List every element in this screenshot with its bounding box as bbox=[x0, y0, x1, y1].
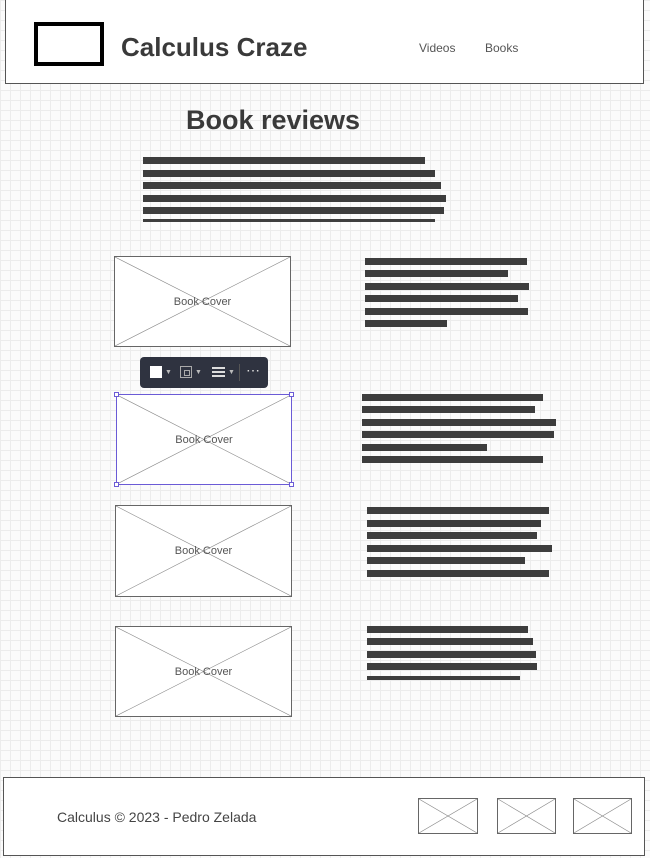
placeholder-cross-icon bbox=[574, 799, 631, 833]
text-line bbox=[365, 258, 527, 265]
text-line bbox=[365, 283, 529, 290]
text-line bbox=[365, 308, 528, 315]
text-line bbox=[367, 651, 536, 658]
text-line bbox=[143, 207, 444, 214]
text-line bbox=[367, 676, 520, 680]
chevron-down-icon[interactable]: ▼ bbox=[165, 369, 172, 376]
chevron-down-icon[interactable]: ▼ bbox=[228, 369, 235, 376]
text-line bbox=[362, 406, 535, 413]
fill-color-icon[interactable] bbox=[150, 366, 162, 378]
social-icon-placeholder[interactable] bbox=[573, 798, 632, 834]
book-cover-placeholder[interactable]: Book Cover bbox=[115, 626, 292, 717]
placeholder-cross-icon bbox=[419, 799, 477, 833]
book-cover-label: Book Cover bbox=[175, 433, 233, 446]
text-line bbox=[367, 532, 537, 539]
social-icon-placeholder[interactable] bbox=[418, 798, 478, 834]
footer-copyright: Calculus © 2023 - Pedro Zelada bbox=[57, 809, 257, 825]
text-line bbox=[367, 545, 552, 552]
text-line bbox=[367, 520, 541, 527]
text-line bbox=[367, 626, 528, 633]
text-line bbox=[367, 570, 549, 577]
site-title: Calculus Craze bbox=[121, 32, 308, 62]
text-line bbox=[365, 270, 508, 277]
text-line bbox=[362, 394, 543, 401]
text-line bbox=[362, 419, 556, 426]
resize-handle[interactable] bbox=[289, 482, 294, 487]
toolbar-divider bbox=[239, 364, 240, 381]
border-style-icon[interactable] bbox=[180, 366, 192, 378]
text-line bbox=[367, 557, 525, 564]
page-title: Book reviews bbox=[186, 105, 361, 135]
text-line bbox=[367, 663, 537, 670]
text-line bbox=[143, 170, 435, 177]
text-line bbox=[367, 638, 533, 645]
resize-handle[interactable] bbox=[114, 482, 119, 487]
text-line bbox=[362, 431, 554, 438]
nav-link-videos[interactable]: Videos bbox=[419, 41, 455, 55]
book-cover-label: Book Cover bbox=[174, 665, 233, 678]
text-line bbox=[365, 295, 518, 302]
text-line bbox=[365, 320, 447, 327]
border-inner-icon bbox=[184, 370, 190, 376]
book-cover-placeholder[interactable]: Book Cover bbox=[116, 394, 292, 485]
more-options-icon[interactable]: ⋯ bbox=[246, 362, 261, 379]
resize-handle[interactable] bbox=[114, 392, 119, 397]
text-line bbox=[143, 219, 435, 222]
text-line bbox=[143, 195, 446, 202]
text-line bbox=[362, 444, 487, 451]
resize-handle[interactable] bbox=[289, 392, 294, 397]
text-line bbox=[362, 456, 543, 463]
text-line bbox=[143, 157, 425, 164]
text-line bbox=[143, 182, 441, 189]
nav-link-books[interactable]: Books bbox=[485, 41, 518, 55]
element-toolbar: ▼ ▼ ▼ ⋯ bbox=[140, 357, 268, 388]
placeholder-cross-icon bbox=[498, 799, 555, 833]
logo-placeholder[interactable] bbox=[34, 22, 104, 66]
book-cover-placeholder[interactable]: Book Cover bbox=[115, 505, 292, 597]
text-line bbox=[367, 507, 549, 514]
book-cover-placeholder[interactable]: Book Cover bbox=[114, 256, 291, 347]
social-icon-placeholder[interactable] bbox=[497, 798, 556, 834]
book-cover-label: Book Cover bbox=[173, 295, 232, 308]
chevron-down-icon[interactable]: ▼ bbox=[195, 369, 202, 376]
book-cover-label: Book Cover bbox=[174, 545, 233, 557]
line-style-icon[interactable] bbox=[212, 367, 225, 378]
